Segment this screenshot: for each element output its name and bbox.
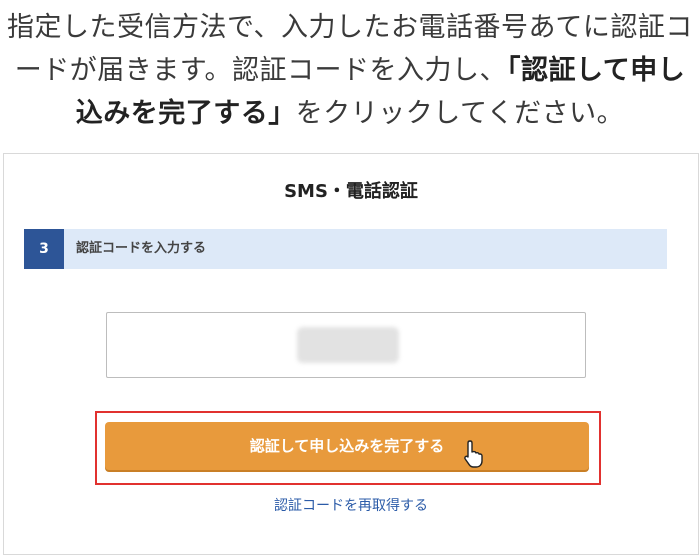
instruction-text: 指定した受信方法で、入力したお電話番号あてに認証コ ードが届きます。認証コードを…	[0, 6, 700, 135]
sms-verification-panel: SMS・電話認証 3 認証コードを入力する 認証して申し込みを完了する 認証コー…	[3, 153, 699, 555]
instruction-line-2: ードが届きます。認証コードを入力し、「認証して申し	[0, 49, 700, 92]
instruction-line-2-plain: ードが届きます。認証コードを入力し、	[14, 55, 508, 86]
verification-code-input[interactable]	[106, 312, 586, 378]
blurred-code-value	[297, 327, 399, 363]
pointer-cursor-icon	[464, 440, 483, 468]
step-number-badge: 3	[24, 229, 64, 269]
instruction-line-3-plain: をクリックしてください。	[295, 98, 625, 129]
panel-title: SMS・電話認証	[284, 181, 418, 202]
instruction-line-3: 込みを完了する」をクリックしてください。	[0, 92, 700, 135]
instruction-emphasis-start: 「認証して申し	[507, 55, 686, 86]
step-label: 認証コードを入力する	[76, 241, 207, 256]
resend-code-link[interactable]: 認証コードを再取得する	[4, 495, 698, 515]
step-header: 3 認証コードを入力する	[24, 229, 667, 269]
instruction-line-1: 指定した受信方法で、入力したお電話番号あてに認証コ	[7, 12, 693, 43]
instruction-emphasis-end: 込みを完了する」	[75, 98, 296, 129]
complete-application-button[interactable]: 認証して申し込みを完了する	[105, 422, 589, 470]
